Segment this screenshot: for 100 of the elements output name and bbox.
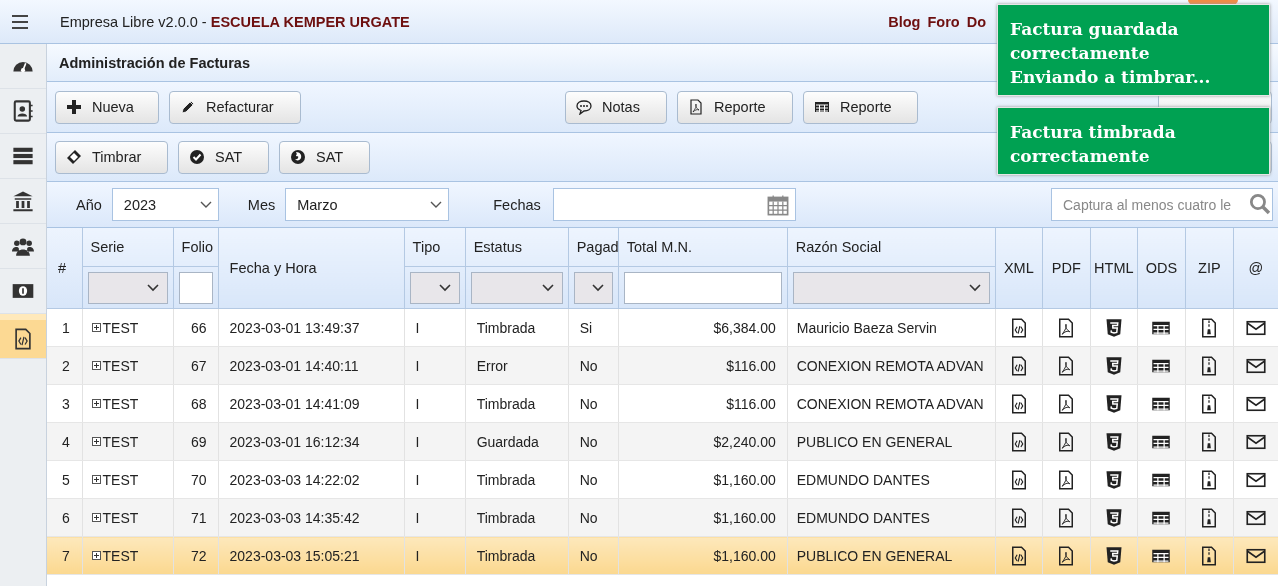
expand-icon[interactable] <box>91 513 101 523</box>
table-cell: PUBLICO EN GENERAL <box>787 422 996 461</box>
table-cell: Timbrada <box>465 308 569 347</box>
table-cell: Timbrada <box>465 498 569 537</box>
table-cell: I <box>404 346 466 385</box>
table-row[interactable]: 1 TEST 66 2023-03-01 13:49:37 I Timbrada Si $6,384.00 Mauricio Baeza Servin <box>47 308 1278 347</box>
year-select[interactable]: 2023 <box>111 188 219 221</box>
table-cell: $116.00 <box>618 346 788 385</box>
table-row[interactable]: 6 TEST 71 2023-03-03 14:35:42 I Timbrada No $1,160.00 EDMUNDO DANTES <box>47 498 1278 537</box>
table-row[interactable]: 7 TEST 72 2023-03-03 15:05:21 I Timbrada No $1,160.00 PUBLICO EN GENERAL <box>47 536 1278 575</box>
column-header[interactable]: @ <box>1233 228 1278 309</box>
table-cell: No <box>568 422 619 461</box>
expand-icon[interactable] <box>91 323 101 333</box>
notification: Factura guardada correctamente Enviando a timbrar... <box>997 4 1270 96</box>
table-cell: 1 <box>47 308 82 347</box>
calendar-icon <box>766 193 789 216</box>
column-filter-field[interactable] <box>178 271 213 304</box>
table-cell: I <box>404 422 466 461</box>
table-cell: 6 <box>47 498 82 537</box>
pencil-icon <box>180 99 196 115</box>
year-label: Año <box>76 196 102 213</box>
table-cell: No <box>568 384 619 423</box>
table-cell: No <box>568 460 619 499</box>
column-header[interactable]: ZIP <box>1185 228 1234 309</box>
nav-link[interactable]: Do <box>966 13 986 30</box>
table-cell: PUBLICO EN GENERAL <box>787 536 996 575</box>
sat-status-button[interactable]: SAT <box>279 140 370 174</box>
table-cell: 5 <box>47 460 82 499</box>
column-header[interactable]: Folio <box>173 228 219 309</box>
chevron-icon <box>430 200 443 209</box>
month-select[interactable]: Marzo <box>285 188 450 221</box>
pdf-file-icon <box>688 99 704 115</box>
column-header[interactable]: # <box>47 228 82 309</box>
table-cell: CONEXION REMOTA ADVAN <box>787 346 996 385</box>
table-cell: $6,384.00 <box>618 308 788 347</box>
table-row[interactable]: 2 TEST 67 2023-03-01 14:40:11 I Error No $116.00 CONEXION REMOTA ADVAN <box>47 346 1278 385</box>
expand-icon[interactable] <box>91 399 101 409</box>
pdf-report-button[interactable]: Reporte <box>677 90 793 124</box>
month-label: Mes <box>247 196 276 213</box>
table-row[interactable]: 4 TEST 69 2023-03-01 16:12:34 I Guardada No $2,240.00 PUBLICO EN GENERAL <box>47 422 1278 461</box>
chevron-icon <box>968 283 981 292</box>
table-cell: 67 <box>173 346 219 385</box>
table-cell: Timbrada <box>465 460 569 499</box>
column-header[interactable]: ODS <box>1137 228 1186 309</box>
column-header[interactable]: PDF <box>1042 228 1091 309</box>
column-header[interactable]: HTML <box>1090 228 1138 309</box>
table-cell: $1,160.00 <box>618 498 788 537</box>
expand-icon[interactable] <box>91 361 101 371</box>
table-cell: Si <box>568 308 619 347</box>
chevron-icon <box>591 283 604 292</box>
table-cell: 68 <box>173 384 219 423</box>
dates-label: Fechas <box>493 196 541 213</box>
table-cell: TEST <box>82 346 174 385</box>
table-row[interactable]: 3 TEST 68 2023-03-01 14:41:09 I Timbrada No $116.00 CONEXION REMOTA ADVAN <box>47 384 1278 423</box>
column-header[interactable]: XML <box>995 228 1043 309</box>
expand-icon[interactable] <box>91 551 101 561</box>
ticket-icon <box>66 149 82 165</box>
column-header[interactable]: Estatus <box>465 228 569 309</box>
table-cell: TEST <box>82 384 174 423</box>
table-cell: Guardada <box>465 422 569 461</box>
notification: Factura timbrada correctamente <box>997 107 1270 175</box>
table-cell: 2023-03-01 16:12:34 <box>218 422 405 461</box>
table-report-button[interactable]: Reporte <box>803 90 918 124</box>
chevron-icon <box>199 200 212 209</box>
new-button[interactable]: Nueva <box>55 90 159 124</box>
table-cell: No <box>568 536 619 575</box>
column-header[interactable]: Fecha y Hora <box>218 228 405 309</box>
server-icon <box>12 145 34 167</box>
sidebar-item[interactable] <box>0 314 46 359</box>
column-header[interactable]: Tipo <box>404 228 466 309</box>
nav-link[interactable]: Foro <box>927 13 960 30</box>
table-icon <box>814 99 830 115</box>
column-header[interactable]: Total M.N. <box>618 228 788 309</box>
code-file-icon <box>12 328 34 350</box>
table-cell: 3 <box>47 384 82 423</box>
table-cell: 4 <box>47 422 82 461</box>
table-cell: 71 <box>173 498 219 537</box>
sat-check-button[interactable]: SAT <box>178 140 269 174</box>
table-cell: Error <box>465 346 569 385</box>
expand-icon[interactable] <box>91 475 101 485</box>
notes-button[interactable]: Notas <box>565 90 667 124</box>
nav-link[interactable]: Blog <box>888 13 921 30</box>
table-cell: 2 <box>47 346 82 385</box>
contact-book-icon <box>12 100 34 122</box>
column-header[interactable]: Pagad <box>568 228 619 309</box>
expand-icon[interactable] <box>91 437 101 447</box>
table-cell: $1,160.00 <box>618 460 788 499</box>
table-cell: $2,240.00 <box>618 422 788 461</box>
table-cell: 70 <box>173 460 219 499</box>
table-row[interactable]: 5 TEST 70 2023-03-03 14:22:02 I Timbrada No $1,160.00 EDMUNDO DANTES <box>47 460 1278 499</box>
column-header[interactable]: Serie <box>82 228 174 309</box>
column-filter-field[interactable] <box>623 271 782 304</box>
search-field[interactable]: Captura al menos cuatro le <box>1051 188 1273 221</box>
column-header[interactable]: Razón Social <box>787 228 996 309</box>
date-field[interactable] <box>552 188 796 221</box>
reinvoice-button[interactable]: Refacturar <box>169 90 301 124</box>
column-filter-select[interactable] <box>573 271 613 304</box>
stamp-button[interactable]: Timbrar <box>55 140 168 174</box>
chevron-icon <box>146 283 159 292</box>
table-cell: 69 <box>173 422 219 461</box>
